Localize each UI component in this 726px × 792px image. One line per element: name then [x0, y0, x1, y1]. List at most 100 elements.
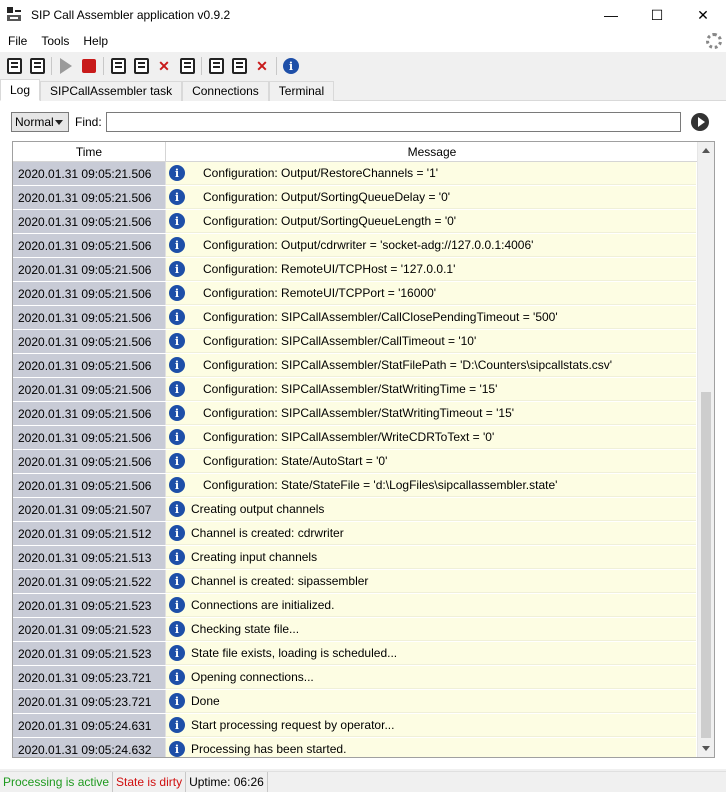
- table-row[interactable]: 2020.01.31 09:05:21.512 i Channel is creat…: [13, 522, 698, 546]
- scrollbar-thumb[interactable]: [701, 392, 711, 738]
- table-row[interactable]: 2020.01.31 09:05:21.506 i Configuration: S…: [13, 306, 698, 330]
- table-row[interactable]: 2020.01.31 09:05:21.506 i Configuration: O…: [13, 162, 698, 186]
- toolbar-separator: [103, 57, 104, 75]
- cell-message: i Configuration: SIPCallAssembler/CallTim…: [166, 330, 696, 353]
- log-icon[interactable]: [5, 57, 23, 75]
- cell-message: i Creating input channels: [166, 546, 696, 569]
- tab-connections[interactable]: Connections: [182, 81, 269, 101]
- table-row[interactable]: 2020.01.31 09:05:21.506 i Configuration: O…: [13, 210, 698, 234]
- table-row[interactable]: 2020.01.31 09:05:21.506 i Configuration: R…: [13, 258, 698, 282]
- about-icon[interactable]: i: [282, 57, 300, 75]
- vertical-scrollbar[interactable]: [697, 142, 714, 757]
- cell-time: 2020.01.31 09:05:21.523: [13, 642, 166, 665]
- cell-message: i Configuration: SIPCallAssembler/StatWri…: [166, 402, 696, 425]
- info-icon: i: [169, 741, 185, 757]
- message-text: Creating input channels: [191, 550, 318, 564]
- minimize-button[interactable]: —: [588, 0, 634, 30]
- cell-time: 2020.01.31 09:05:23.721: [13, 690, 166, 713]
- table-row[interactable]: 2020.01.31 09:05:21.506 i Configuration: R…: [13, 282, 698, 306]
- cell-time: 2020.01.31 09:05:21.506: [13, 450, 166, 473]
- table-row[interactable]: 2020.01.31 09:05:21.507 i Creating output …: [13, 498, 698, 522]
- info-icon: i: [169, 357, 185, 373]
- message-text: Configuration: Output/RestoreChannels = …: [203, 166, 439, 180]
- find-go-icon[interactable]: [691, 113, 709, 131]
- start-icon[interactable]: [57, 57, 75, 75]
- tab-sipcallassembler-task[interactable]: SIPCallAssembler task: [40, 81, 183, 101]
- table-row[interactable]: 2020.01.31 09:05:21.506 i Configuration: O…: [13, 234, 698, 258]
- table-row[interactable]: 2020.01.31 09:05:24.631 i Start processing…: [13, 714, 698, 738]
- settings-icon[interactable]: [207, 57, 225, 75]
- table-row[interactable]: 2020.01.31 09:05:21.523 i Connections are …: [13, 594, 698, 618]
- settings-edit-icon[interactable]: [230, 57, 248, 75]
- table-row[interactable]: 2020.01.31 09:05:21.506 i Configuration: S…: [13, 474, 698, 498]
- message-text: Configuration: Output/SortingQueueDelay …: [203, 190, 451, 204]
- message-text: Opening connections...: [191, 670, 314, 684]
- cell-message: i Configuration: Output/RestoreChannels =…: [166, 162, 696, 185]
- table-row[interactable]: 2020.01.31 09:05:21.506 i Configuration: S…: [13, 450, 698, 474]
- message-text: Configuration: SIPCallAssembler/WriteCDR…: [203, 430, 495, 444]
- log-save-icon[interactable]: [28, 57, 46, 75]
- tab-log[interactable]: Log: [0, 79, 41, 101]
- table-row[interactable]: 2020.01.31 09:05:21.506 i Configuration: S…: [13, 402, 698, 426]
- export-all-icon[interactable]: [132, 57, 150, 75]
- log-grid[interactable]: Time Message 2020.01.31 09:05:21.506 i Con…: [12, 141, 715, 758]
- grid-header: Time Message: [13, 142, 698, 162]
- cell-time: 2020.01.31 09:05:21.523: [13, 618, 166, 641]
- table-row[interactable]: 2020.01.31 09:05:21.506 i Configuration: S…: [13, 426, 698, 450]
- maximize-button[interactable]: ☐: [634, 0, 680, 30]
- table-row[interactable]: 2020.01.31 09:05:21.523 i State file exist…: [13, 642, 698, 666]
- tab-terminal[interactable]: Terminal: [268, 81, 335, 101]
- log-level-select[interactable]: Normal: [11, 112, 69, 132]
- info-icon: i: [169, 237, 185, 253]
- menu-tools[interactable]: Tools: [34, 30, 76, 52]
- toolbar: ✕ ✕ i: [0, 54, 726, 78]
- stop-icon[interactable]: [80, 57, 98, 75]
- message-text: Channel is created: sipassembler: [191, 574, 369, 588]
- table-row[interactable]: 2020.01.31 09:05:21.506 i Configuration: S…: [13, 378, 698, 402]
- table-row[interactable]: 2020.01.31 09:05:21.506 i Configuration: S…: [13, 330, 698, 354]
- table-row[interactable]: 2020.01.31 09:05:24.632 i Processing has b…: [13, 738, 698, 757]
- message-text: Configuration: RemoteUI/TCPHost = '127.0…: [203, 262, 456, 276]
- info-icon: i: [169, 405, 185, 421]
- cell-time: 2020.01.31 09:05:21.506: [13, 354, 166, 377]
- cell-message: i Creating output channels: [166, 498, 696, 521]
- table-row[interactable]: 2020.01.31 09:05:21.506 i Configuration: O…: [13, 186, 698, 210]
- info-icon: i: [169, 189, 185, 205]
- message-text: Configuration: SIPCallAssembler/StatWrit…: [203, 382, 498, 396]
- chevron-down-icon: [55, 120, 63, 125]
- table-row[interactable]: 2020.01.31 09:05:21.513 i Creating input c…: [13, 546, 698, 570]
- message-text: Configuration: Output/SortingQueueLength…: [203, 214, 457, 228]
- status-state: State is dirty: [113, 772, 187, 792]
- menu-file[interactable]: File: [1, 30, 34, 52]
- settings-delete-icon[interactable]: ✕: [253, 57, 271, 75]
- cell-time: 2020.01.31 09:05:21.522: [13, 570, 166, 593]
- close-button[interactable]: ✕: [680, 0, 726, 30]
- find-input[interactable]: [106, 112, 681, 132]
- table-row[interactable]: 2020.01.31 09:05:21.523 i Checking state f…: [13, 618, 698, 642]
- table-row[interactable]: 2020.01.31 09:05:23.721 i Done: [13, 690, 698, 714]
- table-row[interactable]: 2020.01.31 09:05:23.721 i Opening connecti…: [13, 666, 698, 690]
- column-header-time[interactable]: Time: [13, 142, 166, 161]
- cell-message: i Processing has been started.: [166, 738, 696, 757]
- export-icon[interactable]: [109, 57, 127, 75]
- log-level-value: Normal: [15, 115, 54, 129]
- message-text: Done: [191, 694, 220, 708]
- scroll-down-icon[interactable]: [702, 746, 710, 751]
- print-icon[interactable]: [178, 57, 196, 75]
- menu-help[interactable]: Help: [76, 30, 115, 52]
- cell-message: i State file exists, loading is scheduled…: [166, 642, 696, 665]
- cell-message: i Configuration: Output/cdrwriter = 'sock…: [166, 234, 696, 257]
- delete-icon[interactable]: ✕: [155, 57, 173, 75]
- info-icon: i: [169, 309, 185, 325]
- table-row[interactable]: 2020.01.31 09:05:21.506 i Configuration: S…: [13, 354, 698, 378]
- info-icon: i: [169, 261, 185, 277]
- cell-time: 2020.01.31 09:05:21.507: [13, 498, 166, 521]
- column-header-message[interactable]: Message: [166, 142, 698, 161]
- info-icon: i: [169, 525, 185, 541]
- info-icon: i: [169, 501, 185, 517]
- cell-time: 2020.01.31 09:05:21.506: [13, 258, 166, 281]
- message-text: Configuration: State/StateFile = 'd:\Log…: [203, 478, 558, 492]
- info-icon: i: [169, 453, 185, 469]
- scroll-up-icon[interactable]: [702, 148, 710, 153]
- table-row[interactable]: 2020.01.31 09:05:21.522 i Channel is creat…: [13, 570, 698, 594]
